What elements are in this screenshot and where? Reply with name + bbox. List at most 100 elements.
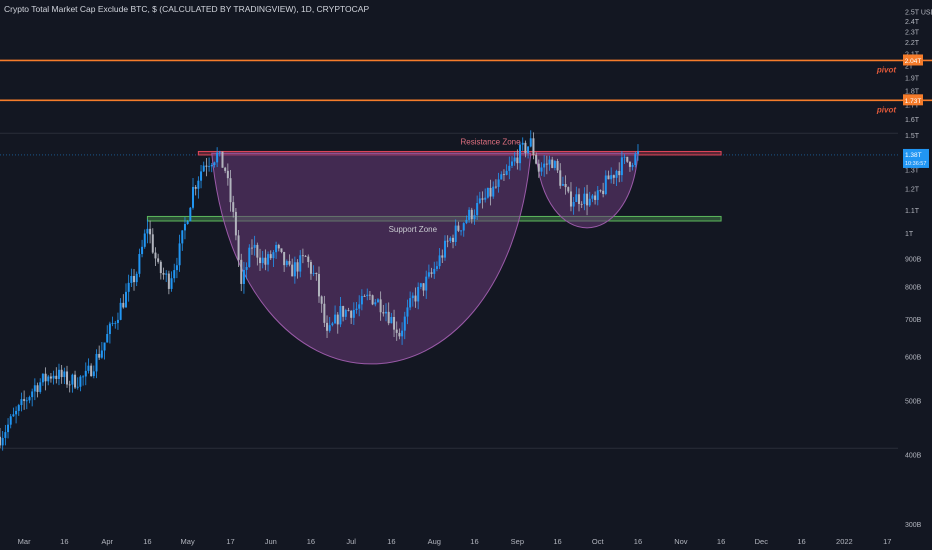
candle-body: [387, 311, 390, 324]
candle-body: [425, 276, 428, 291]
candle-body: [363, 296, 366, 297]
candle-body: [561, 184, 564, 186]
candle-body: [25, 400, 28, 402]
pivot-lower-badge-label: 1.73T: [905, 98, 922, 105]
candle-body: [229, 178, 232, 203]
candle-body: [342, 306, 345, 317]
candle-body: [524, 142, 527, 153]
y-axis: 2.5T USD2.4T2.3T2.2T2.1T2T1.9T1.8T1.7T1.…: [905, 9, 932, 528]
candle-body: [41, 373, 44, 383]
candle-body: [628, 161, 631, 167]
candle-body: [446, 240, 449, 242]
candle-body: [28, 397, 31, 401]
candle-body: [309, 261, 312, 274]
candle-body: [521, 142, 524, 145]
candle-body: [256, 244, 259, 258]
candle-body: [52, 375, 55, 379]
candle-body: [615, 170, 618, 178]
candle-body: [422, 283, 425, 291]
candle-body: [124, 291, 127, 308]
candle-body: [277, 244, 280, 249]
y-tick-label: 700B: [905, 317, 922, 324]
candle-body: [149, 228, 152, 235]
current-price-label: 1.38T: [905, 152, 922, 159]
y-tick-label: 1.3T: [905, 167, 920, 174]
candle-body: [406, 307, 409, 317]
candle-body: [315, 272, 318, 275]
price-chart[interactable]: pivot pivot Resistance Zone Support Zone 2…: [0, 0, 932, 550]
candle-body: [401, 330, 404, 337]
candle-body: [548, 159, 551, 165]
x-tick-label: 16: [60, 537, 68, 546]
candle-body: [291, 264, 294, 277]
y-tick-label: 800B: [905, 285, 922, 292]
candle-body: [620, 157, 623, 176]
candle-body: [267, 254, 270, 265]
candle-body: [44, 373, 47, 382]
candle-body: [170, 278, 173, 289]
candle-body: [159, 261, 162, 274]
cup-drawings-layer: [211, 152, 639, 365]
candle-body: [261, 257, 264, 264]
candle-body: [516, 157, 519, 164]
candle-body: [106, 333, 109, 343]
candle-body: [596, 190, 599, 200]
candle-body: [393, 317, 396, 330]
candle-body: [473, 215, 476, 220]
x-tick-label: Jul: [346, 537, 356, 546]
candle-body: [519, 144, 522, 164]
x-tick-label: 16: [634, 537, 642, 546]
candle-body: [84, 370, 87, 377]
candle-body: [108, 323, 111, 334]
candle-body: [47, 376, 50, 382]
candle-body: [175, 265, 178, 271]
candle-body: [328, 325, 331, 331]
candle-body: [510, 161, 513, 166]
y-tick-label: 2.2T: [905, 40, 920, 47]
candle-body: [31, 391, 34, 398]
candle-body: [366, 294, 369, 297]
candle-body: [540, 167, 543, 172]
candle-body: [564, 184, 567, 188]
candle-body: [411, 295, 414, 299]
candle-body: [272, 252, 275, 259]
x-tick-label: Nov: [674, 537, 688, 546]
candle-body: [57, 369, 60, 379]
candle-body: [135, 273, 138, 283]
y-tick-label: 2.5T USD: [905, 9, 932, 16]
candle-body: [529, 138, 532, 147]
candle-body: [213, 162, 216, 166]
x-tick-label: Aug: [428, 537, 441, 546]
candle-body: [385, 311, 388, 314]
candle-body: [143, 233, 146, 247]
x-tick-label: Apr: [101, 537, 113, 546]
candle-body: [312, 272, 315, 274]
candle-body: [0, 436, 1, 446]
candle-body: [269, 254, 272, 259]
candle-body: [513, 157, 516, 162]
candle-body: [390, 317, 393, 324]
candle-body: [553, 161, 556, 168]
candle-body: [409, 298, 412, 308]
candle-body: [527, 146, 530, 153]
candle-body: [358, 304, 361, 309]
candle-body: [138, 254, 141, 274]
candle-body: [87, 365, 90, 371]
candle-body: [575, 194, 578, 202]
y-tick-label: 2.3T: [905, 29, 920, 36]
candle-body: [486, 187, 489, 198]
candle-body: [237, 235, 240, 260]
candle-body: [293, 262, 296, 277]
candle-body: [344, 310, 347, 317]
candle-body: [336, 314, 339, 325]
x-tick-label: 16: [387, 537, 395, 546]
candle-body: [33, 385, 36, 392]
candle-body: [288, 261, 291, 265]
candle-body: [591, 195, 594, 199]
candle-body: [103, 342, 106, 351]
candle-body: [1, 437, 4, 446]
candle-body: [460, 230, 463, 232]
x-tick-label: Mar: [18, 537, 31, 546]
candle-body: [578, 194, 581, 204]
candle-body: [583, 193, 586, 205]
